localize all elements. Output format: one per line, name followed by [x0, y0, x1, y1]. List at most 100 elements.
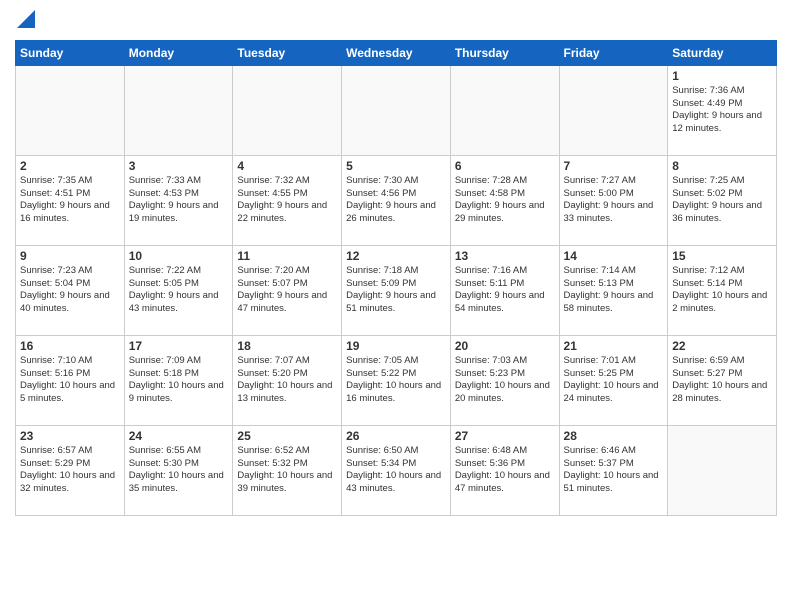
day-number: 20 — [455, 339, 555, 353]
calendar-cell: 23 Sunrise: 6:57 AM Sunset: 5:29 PM Dayli… — [16, 425, 125, 515]
calendar-cell: 1 Sunrise: 7:36 AM Sunset: 4:49 PM Daylig… — [668, 65, 777, 155]
calendar-week-row: 1 Sunrise: 7:36 AM Sunset: 4:49 PM Daylig… — [16, 65, 777, 155]
day-number: 23 — [20, 429, 120, 443]
day-number: 3 — [129, 159, 229, 173]
day-number: 17 — [129, 339, 229, 353]
weekday-header-saturday: Saturday — [668, 40, 777, 65]
calendar-cell: 11 Sunrise: 7:20 AM Sunset: 5:07 PM Dayli… — [233, 245, 342, 335]
calendar-header-row: SundayMondayTuesdayWednesdayThursdayFrid… — [16, 40, 777, 65]
day-number: 8 — [672, 159, 772, 173]
calendar-week-row: 16 Sunrise: 7:10 AM Sunset: 5:16 PM Dayli… — [16, 335, 777, 425]
calendar-cell: 18 Sunrise: 7:07 AM Sunset: 5:20 PM Dayli… — [233, 335, 342, 425]
day-number: 22 — [672, 339, 772, 353]
day-number: 19 — [346, 339, 446, 353]
weekday-header-thursday: Thursday — [450, 40, 559, 65]
calendar-cell: 5 Sunrise: 7:30 AM Sunset: 4:56 PM Daylig… — [342, 155, 451, 245]
calendar-cell — [233, 65, 342, 155]
calendar-cell: 3 Sunrise: 7:33 AM Sunset: 4:53 PM Daylig… — [124, 155, 233, 245]
calendar-cell — [342, 65, 451, 155]
day-info: Sunrise: 7:33 AM Sunset: 4:53 PM Dayligh… — [129, 175, 229, 226]
day-info: Sunrise: 7:05 AM Sunset: 5:22 PM Dayligh… — [346, 355, 446, 406]
day-number: 25 — [237, 429, 337, 443]
day-info: Sunrise: 6:48 AM Sunset: 5:36 PM Dayligh… — [455, 445, 555, 496]
calendar-cell: 4 Sunrise: 7:32 AM Sunset: 4:55 PM Daylig… — [233, 155, 342, 245]
calendar-week-row: 2Sunrise: 7:35 AM Sunset: 4:51 PM Daylig… — [16, 155, 777, 245]
day-info: Sunrise: 7:25 AM Sunset: 5:02 PM Dayligh… — [672, 175, 772, 226]
day-number: 14 — [564, 249, 664, 263]
calendar-cell: 24Sunrise: 6:55 AM Sunset: 5:30 PM Dayli… — [124, 425, 233, 515]
day-number: 13 — [455, 249, 555, 263]
logo-icon — [17, 10, 35, 28]
calendar-cell — [16, 65, 125, 155]
calendar-cell: 26 Sunrise: 6:50 AM Sunset: 5:34 PM Dayli… — [342, 425, 451, 515]
day-number: 16 — [20, 339, 120, 353]
day-number: 4 — [237, 159, 337, 173]
calendar-cell: 15Sunrise: 7:12 AM Sunset: 5:14 PM Dayli… — [668, 245, 777, 335]
day-info: Sunrise: 7:22 AM Sunset: 5:05 PM Dayligh… — [129, 265, 229, 316]
calendar-cell: 25 Sunrise: 6:52 AM Sunset: 5:32 PM Dayli… — [233, 425, 342, 515]
day-number: 11 — [237, 249, 337, 263]
calendar-cell: 16 Sunrise: 7:10 AM Sunset: 5:16 PM Dayli… — [16, 335, 125, 425]
day-info: Sunrise: 7:35 AM Sunset: 4:51 PM Dayligh… — [20, 175, 120, 226]
day-number: 21 — [564, 339, 664, 353]
day-number: 15 — [672, 249, 772, 263]
day-info: Sunrise: 7:32 AM Sunset: 4:55 PM Dayligh… — [237, 175, 337, 226]
calendar-cell: 6Sunrise: 7:28 AM Sunset: 4:58 PM Daylig… — [450, 155, 559, 245]
day-info: Sunrise: 6:59 AM Sunset: 5:27 PM Dayligh… — [672, 355, 772, 406]
weekday-header-wednesday: Wednesday — [342, 40, 451, 65]
day-number: 28 — [564, 429, 664, 443]
day-info: Sunrise: 7:09 AM Sunset: 5:18 PM Dayligh… — [129, 355, 229, 406]
calendar-cell: 27 Sunrise: 6:48 AM Sunset: 5:36 PM Dayli… — [450, 425, 559, 515]
calendar-cell: 10 Sunrise: 7:22 AM Sunset: 5:05 PM Dayli… — [124, 245, 233, 335]
weekday-header-monday: Monday — [124, 40, 233, 65]
day-info: Sunrise: 7:07 AM Sunset: 5:20 PM Dayligh… — [237, 355, 337, 406]
weekday-header-sunday: Sunday — [16, 40, 125, 65]
calendar-cell: 12Sunrise: 7:18 AM Sunset: 5:09 PM Dayli… — [342, 245, 451, 335]
day-number: 18 — [237, 339, 337, 353]
calendar-cell — [668, 425, 777, 515]
day-number: 10 — [129, 249, 229, 263]
calendar-cell: 2Sunrise: 7:35 AM Sunset: 4:51 PM Daylig… — [16, 155, 125, 245]
calendar-week-row: 23 Sunrise: 6:57 AM Sunset: 5:29 PM Dayli… — [16, 425, 777, 515]
day-info: Sunrise: 7:03 AM Sunset: 5:23 PM Dayligh… — [455, 355, 555, 406]
weekday-header-friday: Friday — [559, 40, 668, 65]
day-number: 26 — [346, 429, 446, 443]
day-info: Sunrise: 6:52 AM Sunset: 5:32 PM Dayligh… — [237, 445, 337, 496]
calendar-cell — [559, 65, 668, 155]
day-info: Sunrise: 7:36 AM Sunset: 4:49 PM Dayligh… — [672, 85, 772, 136]
day-number: 1 — [672, 69, 772, 83]
calendar-cell: 22 Sunrise: 6:59 AM Sunset: 5:27 PM Dayli… — [668, 335, 777, 425]
day-info: Sunrise: 7:18 AM Sunset: 5:09 PM Dayligh… — [346, 265, 446, 316]
calendar-cell: 9 Sunrise: 7:23 AM Sunset: 5:04 PM Daylig… — [16, 245, 125, 335]
logo-text — [15, 14, 35, 34]
day-number: 5 — [346, 159, 446, 173]
calendar-cell — [124, 65, 233, 155]
day-info: Sunrise: 6:57 AM Sunset: 5:29 PM Dayligh… — [20, 445, 120, 496]
day-info: Sunrise: 7:10 AM Sunset: 5:16 PM Dayligh… — [20, 355, 120, 406]
day-info: Sunrise: 7:01 AM Sunset: 5:25 PM Dayligh… — [564, 355, 664, 406]
day-info: Sunrise: 7:30 AM Sunset: 4:56 PM Dayligh… — [346, 175, 446, 226]
page: SundayMondayTuesdayWednesdayThursdayFrid… — [0, 0, 792, 612]
calendar-cell: 7Sunrise: 7:27 AM Sunset: 5:00 PM Daylig… — [559, 155, 668, 245]
day-number: 6 — [455, 159, 555, 173]
day-info: Sunrise: 7:16 AM Sunset: 5:11 PM Dayligh… — [455, 265, 555, 316]
day-number: 9 — [20, 249, 120, 263]
day-info: Sunrise: 7:20 AM Sunset: 5:07 PM Dayligh… — [237, 265, 337, 316]
calendar-cell — [450, 65, 559, 155]
calendar-cell: 28 Sunrise: 6:46 AM Sunset: 5:37 PM Dayli… — [559, 425, 668, 515]
calendar-table: SundayMondayTuesdayWednesdayThursdayFrid… — [15, 40, 777, 516]
calendar-cell: 19 Sunrise: 7:05 AM Sunset: 5:22 PM Dayli… — [342, 335, 451, 425]
logo — [15, 14, 35, 34]
calendar-cell: 20 Sunrise: 7:03 AM Sunset: 5:23 PM Dayli… — [450, 335, 559, 425]
calendar-cell: 17 Sunrise: 7:09 AM Sunset: 5:18 PM Dayli… — [124, 335, 233, 425]
day-number: 24 — [129, 429, 229, 443]
day-number: 27 — [455, 429, 555, 443]
day-info: Sunrise: 6:50 AM Sunset: 5:34 PM Dayligh… — [346, 445, 446, 496]
day-info: Sunrise: 7:23 AM Sunset: 5:04 PM Dayligh… — [20, 265, 120, 316]
calendar-cell: 13 Sunrise: 7:16 AM Sunset: 5:11 PM Dayli… — [450, 245, 559, 335]
calendar-week-row: 9 Sunrise: 7:23 AM Sunset: 5:04 PM Daylig… — [16, 245, 777, 335]
day-info: Sunrise: 7:14 AM Sunset: 5:13 PM Dayligh… — [564, 265, 664, 316]
weekday-header-tuesday: Tuesday — [233, 40, 342, 65]
day-info: Sunrise: 6:46 AM Sunset: 5:37 PM Dayligh… — [564, 445, 664, 496]
calendar-cell: 21 Sunrise: 7:01 AM Sunset: 5:25 PM Dayli… — [559, 335, 668, 425]
